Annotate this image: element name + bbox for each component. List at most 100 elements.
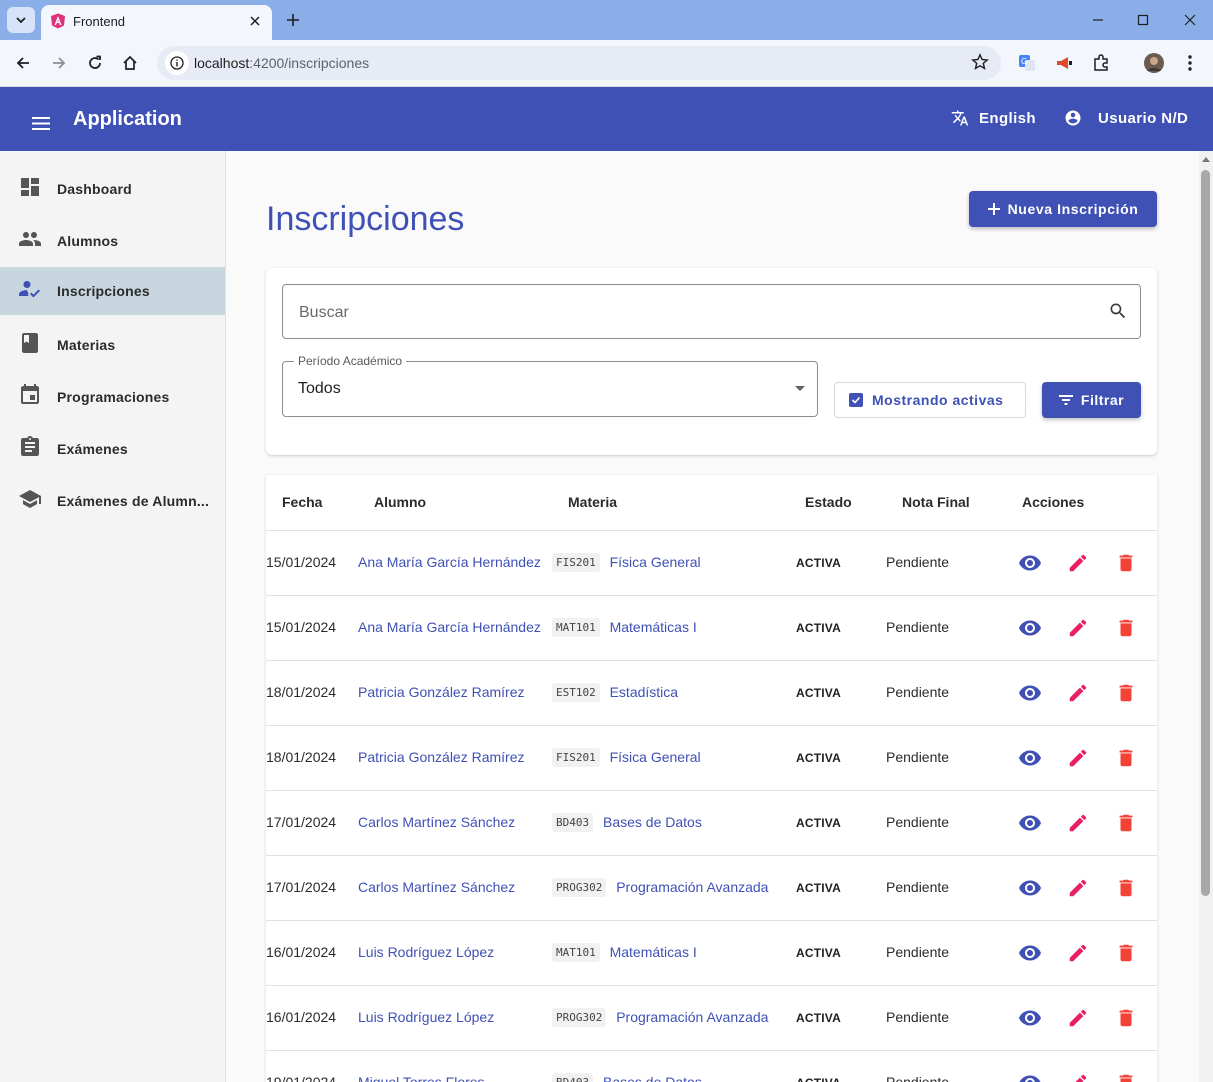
view-button[interactable]	[1017, 875, 1043, 901]
extensions-button[interactable]	[1088, 50, 1114, 76]
view-button[interactable]	[1017, 745, 1043, 771]
cell-materia-link[interactable]: Matemáticas I	[610, 619, 697, 635]
checkbox-checked-icon[interactable]	[849, 393, 863, 407]
translate-extension-button[interactable]: G	[1014, 50, 1040, 76]
filter-button[interactable]: Filtrar	[1042, 382, 1141, 418]
sidebar-item-alumnos[interactable]: Alumnos	[0, 217, 225, 265]
cell-alumno-link[interactable]: Ana María García Hernández	[358, 554, 541, 570]
profile-avatar-button[interactable]	[1141, 50, 1167, 76]
cell-materia-link[interactable]: Bases de Datos	[603, 1074, 702, 1082]
new-enrollment-button[interactable]: Nueva Inscripción	[969, 191, 1157, 227]
cell-alumno-link[interactable]: Miguel Torres Flores	[358, 1074, 485, 1082]
browser-tab[interactable]: Frontend	[41, 5, 272, 40]
page-scrollbar[interactable]	[1199, 151, 1213, 1082]
delete-button[interactable]	[1113, 875, 1139, 901]
cell-materia-link[interactable]: Programación Avanzada	[616, 879, 768, 895]
delete-button[interactable]	[1113, 550, 1139, 576]
edit-button[interactable]	[1065, 745, 1091, 771]
minimize-button[interactable]	[1086, 8, 1110, 32]
cell-alumno-link[interactable]: Luis Rodríguez López	[358, 944, 494, 960]
edit-button[interactable]	[1065, 940, 1091, 966]
close-window-button[interactable]	[1178, 8, 1202, 32]
eye-icon	[1018, 746, 1042, 770]
delete-button[interactable]	[1113, 745, 1139, 771]
eye-icon	[1018, 616, 1042, 640]
cell-alumno-link[interactable]: Patricia González Ramírez	[358, 684, 525, 700]
forward-button[interactable]	[46, 50, 72, 76]
column-header-estado[interactable]: Estado	[805, 494, 852, 510]
sidebar-item-materias[interactable]: Materias	[0, 321, 225, 369]
edit-button[interactable]	[1065, 1005, 1091, 1031]
edit-button[interactable]	[1065, 680, 1091, 706]
tab-search-button[interactable]	[7, 7, 35, 33]
announce-extension-button[interactable]	[1051, 50, 1077, 76]
view-button[interactable]	[1017, 550, 1043, 576]
browser-menu-button[interactable]	[1177, 50, 1203, 76]
cell-alumno-link[interactable]: Patricia González Ramírez	[358, 749, 525, 765]
active-filter-toggle[interactable]: Mostrando activas	[834, 382, 1026, 418]
search-icon[interactable]	[1108, 301, 1128, 321]
cell-alumno-link[interactable]: Luis Rodríguez López	[358, 1009, 494, 1025]
delete-button[interactable]	[1113, 680, 1139, 706]
cell-alumno-link[interactable]: Carlos Martínez Sánchez	[358, 879, 515, 895]
delete-button[interactable]	[1113, 810, 1139, 836]
delete-button[interactable]	[1113, 615, 1139, 641]
trash-icon	[1115, 617, 1137, 639]
address-bar[interactable]: localhost:4200/inscripciones	[157, 46, 1001, 80]
site-info-button[interactable]	[165, 51, 189, 75]
sidebar-item-label: Exámenes de Alumn...	[57, 493, 210, 509]
delete-button[interactable]	[1113, 940, 1139, 966]
cell-materia-link[interactable]: Física General	[610, 749, 701, 765]
reload-button[interactable]	[82, 50, 108, 76]
column-header-alumno[interactable]: Alumno	[374, 494, 426, 510]
column-header-materia[interactable]: Materia	[568, 494, 617, 510]
period-select[interactable]: Período Académico Todos	[282, 354, 818, 417]
status-badge: ACTIVA	[796, 621, 841, 635]
delete-button[interactable]	[1113, 1070, 1139, 1082]
view-button[interactable]	[1017, 810, 1043, 836]
maximize-button[interactable]	[1131, 8, 1155, 32]
edit-button[interactable]	[1065, 550, 1091, 576]
new-tab-button[interactable]	[282, 9, 304, 31]
view-button[interactable]	[1017, 615, 1043, 641]
cell-alumno-link[interactable]: Carlos Martínez Sánchez	[358, 814, 515, 830]
sidebar-item-dashboard[interactable]: Dashboard	[0, 165, 225, 213]
bookmark-button[interactable]	[971, 53, 989, 76]
sidebar-item-inscripciones[interactable]: Inscripciones	[0, 267, 225, 315]
scrollbar-thumb[interactable]	[1201, 170, 1210, 896]
menu-toggle-button[interactable]	[26, 108, 56, 138]
home-button[interactable]	[117, 50, 143, 76]
status-badge: ACTIVA	[796, 881, 841, 895]
sidebar-item-examenes[interactable]: Exámenes	[0, 425, 225, 473]
cell-materia-link[interactable]: Programación Avanzada	[616, 1009, 768, 1025]
cell-materia-link[interactable]: Bases de Datos	[603, 814, 702, 830]
view-button[interactable]	[1017, 940, 1043, 966]
edit-button[interactable]	[1065, 615, 1091, 641]
cell-materia-link[interactable]: Física General	[610, 554, 701, 570]
status-badge: ACTIVA	[796, 556, 841, 570]
sidebar-item-examenes-alumnos[interactable]: Exámenes de Alumn...	[0, 477, 225, 525]
cell-materia-link[interactable]: Estadística	[610, 684, 678, 700]
search-input[interactable]: Buscar	[282, 284, 1141, 339]
edit-button[interactable]	[1065, 875, 1091, 901]
view-button[interactable]	[1017, 1005, 1043, 1031]
edit-button[interactable]	[1065, 810, 1091, 836]
status-badge: ACTIVA	[796, 1011, 841, 1025]
table-row: 18/01/2024 Patricia González Ramírez EST10…	[266, 661, 1157, 726]
column-header-nota-final[interactable]: Nota Final	[902, 494, 970, 510]
sidebar-item-programaciones[interactable]: Programaciones	[0, 373, 225, 421]
delete-button[interactable]	[1113, 1005, 1139, 1031]
column-header-fecha[interactable]: Fecha	[282, 494, 322, 510]
view-button[interactable]	[1017, 680, 1043, 706]
url-text: localhost:4200/inscripciones	[194, 55, 370, 71]
tab-close-button[interactable]	[246, 12, 264, 30]
cell-alumno-link[interactable]: Ana María García Hernández	[358, 619, 541, 635]
back-button[interactable]	[10, 50, 36, 76]
scroll-up-arrow-icon[interactable]	[1202, 157, 1210, 162]
user-menu-button[interactable]: Usuario N/D	[1064, 109, 1188, 127]
view-button[interactable]	[1017, 1070, 1043, 1082]
language-button[interactable]: English	[951, 109, 1036, 127]
edit-button[interactable]	[1065, 1070, 1091, 1082]
tab-title: Frontend	[73, 14, 126, 29]
cell-materia-link[interactable]: Matemáticas I	[610, 944, 697, 960]
